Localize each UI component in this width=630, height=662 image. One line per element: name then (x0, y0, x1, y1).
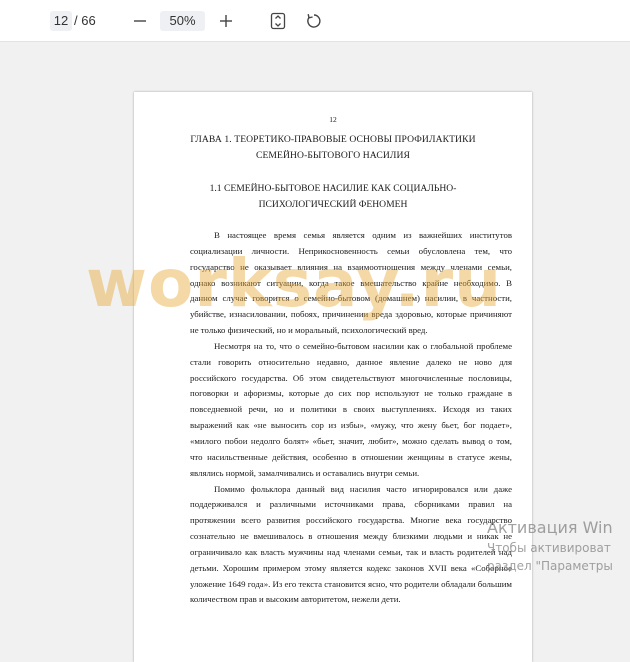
minus-icon (134, 20, 146, 22)
section-title: 1.1 СЕМЕЙНО-БЫТОВОЕ НАСИЛИЕ КАК СОЦИАЛЬН… (209, 183, 457, 210)
rotate-button[interactable] (305, 12, 323, 30)
plus-icon (220, 15, 232, 27)
zoom-in-button[interactable] (217, 10, 235, 32)
document-page: 12 ГЛАВА 1. ТЕОРЕТИКО-ПРАВОВЫЕ ОСНОВЫ ПР… (134, 92, 532, 662)
total-pages-label: / 66 (74, 13, 96, 28)
zoom-out-button[interactable] (131, 10, 149, 32)
paragraph: Помимо фольклора данный вид насилия част… (190, 483, 512, 605)
chapter-title: ГЛАВА 1. ТЕОРЕТИКО-ПРАВОВЫЕ ОСНОВЫ ПРОФИ… (190, 134, 476, 161)
fit-page-icon (270, 12, 286, 30)
fit-page-button[interactable] (269, 12, 287, 30)
page-number: 12 (329, 115, 337, 124)
paragraph: В настоящее время семья является одним и… (190, 230, 512, 336)
pdf-toolbar: 12 / 66 50% (0, 0, 630, 42)
paragraph: Несмотря на то, что о семейно-бытовом на… (190, 340, 512, 478)
body-text: В настоящее время семья является одним и… (190, 228, 512, 608)
document-viewer[interactable]: 12 ГЛАВА 1. ТЕОРЕТИКО-ПРАВОВЫЕ ОСНОВЫ ПР… (0, 42, 630, 662)
rotate-icon (307, 14, 321, 28)
current-page-input[interactable]: 12 (50, 11, 72, 31)
zoom-level-input[interactable]: 50% (160, 11, 205, 31)
